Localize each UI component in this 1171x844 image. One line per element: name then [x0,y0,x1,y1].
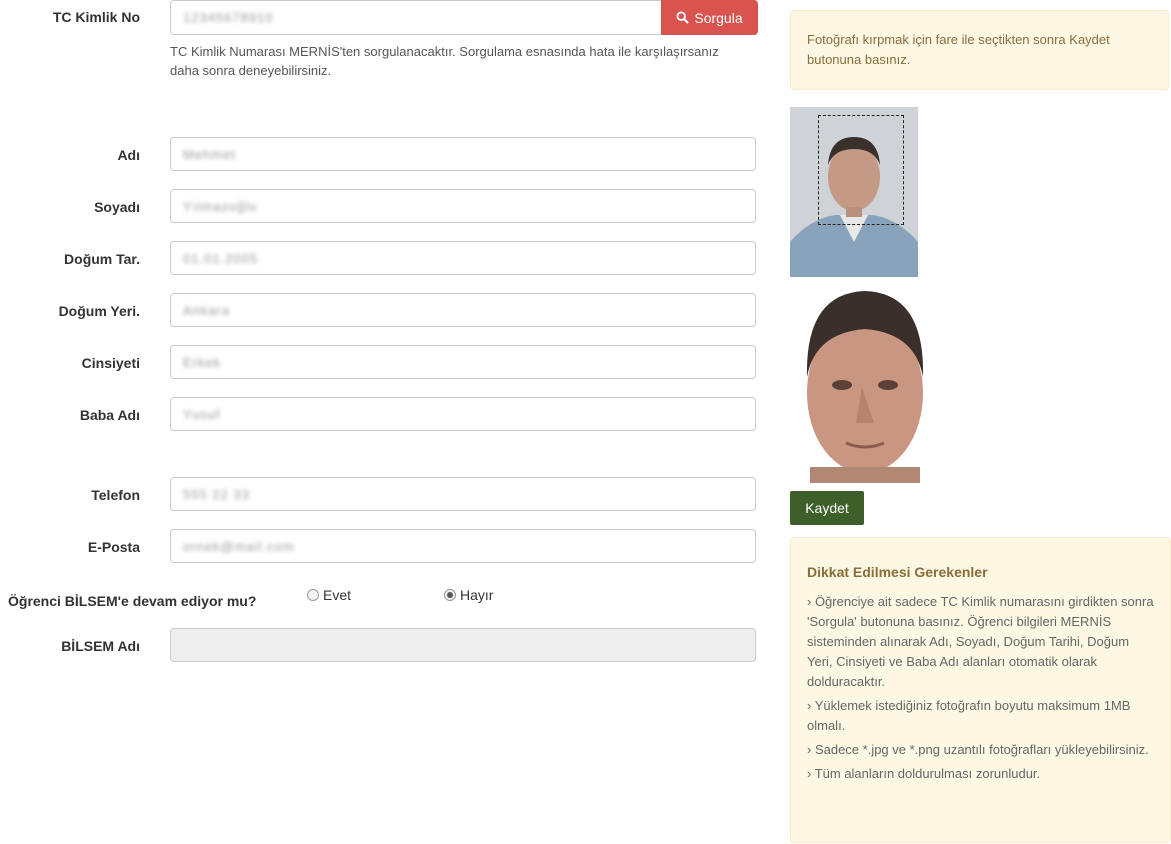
kaydet-button[interactable]: Kaydet [790,491,864,525]
telefon-label: Telefon [91,487,140,503]
radio-evet-circle[interactable] [307,589,319,601]
sorgula-label: Sorgula [694,9,743,26]
dogum-tar-label: Doğum Tar. [64,251,140,267]
cinsiyeti-value: Erkek [183,354,222,370]
kaydet-label: Kaydet [805,500,849,516]
bilsem-question-label: Öğrenci BİLSEM'e devam ediyor mu? [8,593,257,609]
photo-hint-text: Fotoğrafı kırpmak için fare ile seçtikte… [807,32,1110,67]
adi-input[interactable]: Mehmet [170,137,756,171]
adi-value: Mehmet [183,146,236,162]
photo-crop-area[interactable] [790,107,918,277]
search-icon [676,11,690,24]
cinsiyeti-input[interactable]: Erkek [170,345,756,379]
notes-title: Dikkat Edilmesi Gerekenler [807,564,988,580]
crop-selection-box[interactable] [818,115,904,225]
dogum-yeri-value: Ankara [183,302,231,318]
notes-item: › Sadece *.jpg ve *.png uzantılı fotoğra… [807,742,1149,757]
baba-adi-value: Yusuf [183,406,221,422]
dogum-yeri-input[interactable]: Ankara [170,293,756,327]
radio-evet-label: Evet [323,587,352,603]
dogum-tar-value: 01.01.2005 [183,250,259,266]
dogum-yeri-label: Doğum Yeri. [58,303,140,319]
cinsiyeti-label: Cinsiyeti [81,355,140,371]
person-photo-large [790,285,940,483]
photo-hint-alert: Fotoğrafı kırpmak için fare ile seçtikte… [790,10,1169,90]
baba-adi-label: Baba Adı [79,407,140,423]
tc-value: 12345678910 [183,10,274,25]
sorgula-button[interactable]: Sorgula [661,0,758,35]
cropped-photo-preview [790,285,940,483]
tc-label: TC Kimlik No [52,9,140,25]
notes-alert: Dikkat Edilmesi Gerekenler › Öğrenciye a… [790,537,1171,843]
notes-item: › Tüm alanların doldurulması zorunludur. [807,766,1041,781]
radio-evet[interactable]: Evet [307,587,351,603]
tc-input-group: 12345678910 Sorgula [170,0,758,35]
telefon-value: 555 22 33 [183,486,250,502]
eposta-input[interactable]: ornek@mail.com [170,529,756,563]
tc-help-text: TC Kimlik Numarası MERNİS'ten sorgulanac… [170,44,719,78]
eposta-label: E-Posta [87,539,140,555]
notes-item: › Yüklemek istediğiniz fotoğrafın boyutu… [807,698,1131,733]
radio-selected-dot [447,592,453,598]
radio-hayir[interactable]: Hayır [444,587,493,603]
tc-input[interactable]: 12345678910 [170,0,662,35]
soyadi-label: Soyadı [94,199,140,215]
bilsem-adi-input[interactable] [170,628,756,662]
radio-hayir-circle[interactable] [444,589,456,601]
soyadi-value: Yılmazoğlu [183,198,258,214]
telefon-input[interactable]: 555 22 33 [170,477,756,511]
adi-label: Adı [117,147,140,163]
bilsem-adi-label: BİLSEM Adı [61,638,140,654]
soyadi-input[interactable]: Yılmazoğlu [170,189,756,223]
dogum-tar-input[interactable]: 01.01.2005 [170,241,756,275]
radio-hayir-label: Hayır [460,587,494,603]
notes-item: › Öğrenciye ait sadece TC Kimlik numaras… [807,594,1154,689]
baba-adi-input[interactable]: Yusuf [170,397,756,431]
eposta-value: ornek@mail.com [183,538,295,554]
